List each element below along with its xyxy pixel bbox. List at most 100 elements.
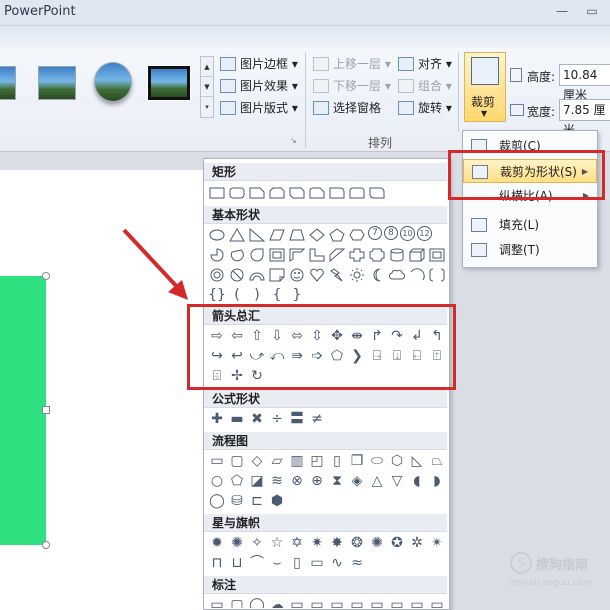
moon-shape[interactable]: [368, 266, 386, 284]
smiley-face-shape[interactable]: [288, 266, 306, 284]
line-callout-1-shape[interactable]: ▭: [288, 596, 306, 608]
flowchart-punched-tape-shape[interactable]: ≋: [268, 472, 286, 490]
line-callout-3-shape[interactable]: ▭: [328, 596, 346, 608]
heart-shape[interactable]: [308, 266, 326, 284]
line-callout-4-shape[interactable]: ▭: [348, 596, 366, 608]
plus-shape[interactable]: ✚: [208, 410, 226, 428]
flowchart-internal-storage-shape[interactable]: ◰: [308, 452, 326, 470]
gallery-scroll[interactable]: ▲ ▼ ▾: [200, 56, 214, 118]
right-triangle-shape[interactable]: [248, 226, 266, 244]
round-diagonal-rectangle-shape[interactable]: [368, 184, 386, 202]
vertical-scroll-shape[interactable]: ▯: [288, 554, 306, 572]
sun-shape[interactable]: [348, 266, 366, 284]
equal-shape[interactable]: 〓: [288, 410, 306, 428]
resize-handle[interactable]: [42, 406, 50, 414]
octagon-shape[interactable]: 8: [384, 226, 398, 240]
flowchart-terminator-shape[interactable]: ⬭: [368, 452, 386, 470]
bring-forward-button[interactable]: 上移一层 ▾: [313, 54, 391, 74]
right-brace-shape[interactable]: }: [288, 286, 306, 304]
flowchart-alternate-process-shape[interactable]: ▢: [228, 452, 246, 470]
multiply-shape[interactable]: ✖: [248, 410, 266, 428]
snip-round-rectangle-shape[interactable]: [308, 184, 326, 202]
flowchart-manual-operation-shape[interactable]: ⏢: [428, 452, 446, 470]
wave-shape[interactable]: ∿: [328, 554, 346, 572]
picture-style-thumb[interactable]: [0, 66, 16, 100]
star-24-point-shape[interactable]: ✲: [408, 534, 426, 552]
cloud-shape[interactable]: [388, 266, 406, 284]
star-5-point-shape[interactable]: ☆: [268, 534, 286, 552]
flowchart-delay-shape[interactable]: ◗: [428, 472, 446, 490]
group-button[interactable]: 组合 ▾: [398, 76, 452, 96]
flowchart-predefined-process-shape[interactable]: ▥: [288, 452, 306, 470]
horizontal-scroll-shape[interactable]: ▭: [308, 554, 326, 572]
down-ribbon-shape[interactable]: ⊔: [228, 554, 246, 572]
selected-picture[interactable]: [0, 276, 46, 545]
flowchart-document-shape[interactable]: ▯: [328, 452, 346, 470]
left-brace-shape[interactable]: {: [268, 286, 286, 304]
width-input[interactable]: 7.85 厘米: [559, 99, 610, 137]
line-callout-2-shape[interactable]: ▭: [308, 596, 326, 608]
oval-callout-shape[interactable]: ◯: [248, 596, 266, 608]
diagonal-stripe-shape[interactable]: [328, 246, 346, 264]
flowchart-extract-shape[interactable]: △: [368, 472, 386, 490]
flowchart-card-shape[interactable]: ◪: [248, 472, 266, 490]
picture-layout-button[interactable]: 图片版式 ▾: [220, 98, 298, 118]
flowchart-data-shape[interactable]: ▱: [268, 452, 286, 470]
star-16-point-shape[interactable]: ✪: [388, 534, 406, 552]
rectangular-callout-shape[interactable]: ▭: [208, 596, 226, 608]
rounded-rectangle-shape[interactable]: [228, 184, 246, 202]
rectangle-shape[interactable]: [208, 184, 226, 202]
picture-border-button[interactable]: 图片边框 ▾: [220, 54, 298, 74]
minimize-button[interactable]: —: [550, 2, 574, 20]
star-32-point-shape[interactable]: ✴: [428, 534, 446, 552]
flowchart-collate-shape[interactable]: ⧗: [328, 472, 346, 490]
explosion-1-shape[interactable]: ✹: [208, 534, 226, 552]
flowchart-process-shape[interactable]: ▭: [208, 452, 226, 470]
resize-handle[interactable]: [42, 272, 50, 280]
star-8-point-shape[interactable]: ✸: [328, 534, 346, 552]
curved-down-ribbon-shape[interactable]: ⌣: [268, 554, 286, 572]
minus-shape[interactable]: ▬: [228, 410, 246, 428]
double-wave-shape[interactable]: ≈: [348, 554, 366, 572]
flowchart-direct-access-storage-shape[interactable]: ⊏: [248, 492, 266, 510]
heptagon-shape[interactable]: 7: [368, 226, 382, 240]
teardrop-shape[interactable]: [248, 246, 266, 264]
star-12-point-shape[interactable]: ✺: [368, 534, 386, 552]
donut-shape[interactable]: [208, 266, 226, 284]
flowchart-display-shape[interactable]: ⬢: [268, 492, 286, 510]
left-bracket-shape[interactable]: (: [228, 286, 246, 304]
restore-button[interactable]: ▭: [580, 2, 604, 20]
cross-shape[interactable]: [348, 246, 366, 264]
diamond-shape[interactable]: [308, 226, 326, 244]
picture-effects-button[interactable]: 图片效果 ▾: [220, 76, 298, 96]
half-frame-shape[interactable]: [288, 246, 306, 264]
parallelogram-shape[interactable]: [268, 226, 286, 244]
folded-corner-shape[interactable]: [268, 266, 286, 284]
pie-shape[interactable]: [208, 246, 226, 264]
menu-item-fill[interactable]: 填充(L): [463, 213, 597, 237]
send-backward-button[interactable]: 下移一层 ▾: [313, 76, 391, 96]
picture-style-thumb-selected[interactable]: [147, 65, 191, 101]
chord-shape[interactable]: [228, 246, 246, 264]
rotate-button[interactable]: 旋转 ▾: [398, 98, 452, 118]
cube-shape[interactable]: [408, 246, 426, 264]
no-symbol-shape[interactable]: [228, 266, 246, 284]
l-shape[interactable]: [308, 246, 326, 264]
up-ribbon-shape[interactable]: ⊓: [208, 554, 226, 572]
trapezoid-shape[interactable]: [288, 226, 306, 244]
can-shape[interactable]: [388, 246, 406, 264]
gallery-down-icon[interactable]: ▼: [201, 77, 213, 97]
right-bracket-shape[interactable]: ): [248, 286, 266, 304]
line-callout-7-shape[interactable]: ▭: [408, 596, 426, 608]
flowchart-stored-data-shape[interactable]: ◖: [408, 472, 426, 490]
height-input[interactable]: 10.84 厘米: [559, 64, 610, 102]
star-10-point-shape[interactable]: ❂: [348, 534, 366, 552]
flowchart-manual-input-shape[interactable]: ◺: [408, 452, 426, 470]
dodecagon-shape[interactable]: 12: [417, 226, 432, 241]
flowchart-sort-shape[interactable]: ◈: [348, 472, 366, 490]
align-button[interactable]: 对齐 ▾: [398, 54, 452, 74]
round-same-side-rectangle-shape[interactable]: [348, 184, 366, 202]
flowchart-merge-shape[interactable]: ▽: [388, 472, 406, 490]
hexagon-shape[interactable]: [348, 226, 366, 244]
double-brace-shape[interactable]: {}: [208, 286, 226, 304]
